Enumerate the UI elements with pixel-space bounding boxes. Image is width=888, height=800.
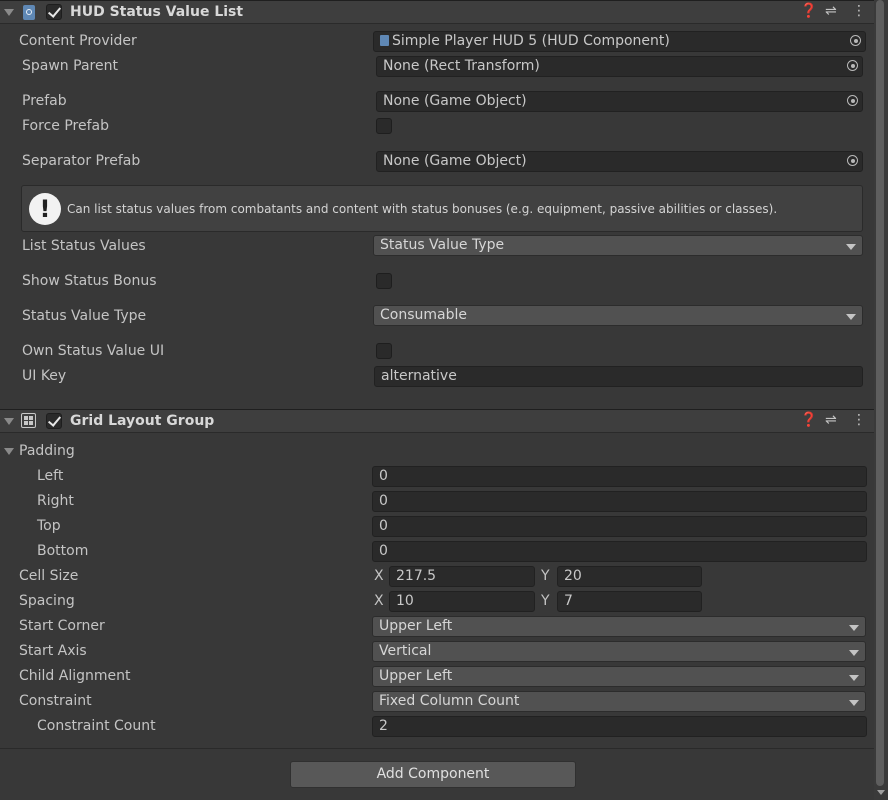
own-status-value-ui-checkbox[interactable] xyxy=(376,343,392,359)
constraint-count-input[interactable]: 2 xyxy=(372,716,867,737)
more-options-icon[interactable]: ⋮ xyxy=(852,3,866,19)
content-provider-field[interactable]: Simple Player HUD 5 (HUD Component) xyxy=(373,31,866,52)
add-component-button[interactable]: Add Component xyxy=(290,761,576,788)
chevron-down-icon xyxy=(846,314,856,320)
chevron-down-icon xyxy=(849,675,859,681)
child-alignment-dropdown[interactable]: Upper Left xyxy=(372,666,866,687)
component-title: Grid Layout Group xyxy=(70,413,215,429)
cell-size-y-label[interactable]: Y xyxy=(541,568,550,584)
presets-icon[interactable]: ⇌ xyxy=(825,412,837,428)
start-corner-dropdown[interactable]: Upper Left xyxy=(372,616,866,637)
child-alignment-label: Child Alignment xyxy=(19,668,131,684)
show-status-bonus-checkbox[interactable] xyxy=(376,273,392,289)
force-prefab-checkbox[interactable] xyxy=(376,118,392,134)
chevron-down-icon xyxy=(846,244,856,250)
script-icon xyxy=(380,35,389,46)
object-picker-icon[interactable] xyxy=(847,60,858,71)
constraint-dropdown[interactable]: Fixed Column Count xyxy=(372,691,866,712)
scroll-down-arrow-icon[interactable] xyxy=(877,790,885,795)
start-corner-label: Start Corner xyxy=(19,618,105,634)
scrollbar-thumb[interactable] xyxy=(876,0,884,786)
chevron-down-icon xyxy=(849,700,859,706)
ui-key-label: UI Key xyxy=(22,368,67,384)
component-enabled-checkbox[interactable] xyxy=(46,413,62,429)
status-value-type-dropdown[interactable]: Consumable xyxy=(373,305,863,326)
constraint-label: Constraint xyxy=(19,693,92,709)
padding-right-input[interactable]: 0 xyxy=(372,491,867,512)
padding-left-input[interactable]: 0 xyxy=(372,466,867,487)
info-icon: ! xyxy=(29,193,61,225)
chevron-down-icon xyxy=(849,625,859,631)
padding-bottom-input[interactable]: 0 xyxy=(372,541,867,562)
ui-key-input[interactable]: alternative xyxy=(374,366,863,387)
component-title: HUD Status Value List xyxy=(70,4,244,20)
spawn-parent-label: Spawn Parent xyxy=(22,58,118,74)
help-icon[interactable]: ❓ xyxy=(800,3,817,19)
footer-divider xyxy=(0,748,874,749)
spacing-x-label[interactable]: X xyxy=(374,593,384,609)
list-status-values-label: List Status Values xyxy=(22,238,146,254)
show-status-bonus-label: Show Status Bonus xyxy=(22,273,157,289)
script-icon xyxy=(23,5,35,20)
spacing-y-input[interactable]: 7 xyxy=(557,591,702,612)
spacing-x-input[interactable]: 10 xyxy=(389,591,535,612)
constraint-count-label: Constraint Count xyxy=(37,718,156,734)
status-value-type-label: Status Value Type xyxy=(22,308,147,324)
padding-top-input[interactable]: 0 xyxy=(372,516,867,537)
foldout-arrow-icon[interactable] xyxy=(4,9,14,16)
spacing-label: Spacing xyxy=(19,593,75,609)
padding-foldout-arrow-icon[interactable] xyxy=(4,448,14,455)
help-icon[interactable]: ❓ xyxy=(800,412,817,428)
prefab-field[interactable]: None (Game Object) xyxy=(376,91,863,112)
separator-prefab-label: Separator Prefab xyxy=(22,153,141,169)
object-picker-icon[interactable] xyxy=(847,95,858,106)
padding-right-label: Right xyxy=(37,493,74,509)
own-status-value-ui-label: Own Status Value UI xyxy=(22,343,165,359)
prefab-label: Prefab xyxy=(22,93,67,109)
list-status-values-dropdown[interactable]: Status Value Type xyxy=(373,235,863,256)
foldout-arrow-icon[interactable] xyxy=(4,418,14,425)
presets-icon[interactable]: ⇌ xyxy=(825,3,837,19)
object-picker-icon[interactable] xyxy=(850,35,861,46)
cell-size-x-input[interactable]: 217.5 xyxy=(389,566,535,587)
cell-size-label: Cell Size xyxy=(19,568,79,584)
separator-prefab-field[interactable]: None (Game Object) xyxy=(376,151,863,172)
cell-size-y-input[interactable]: 20 xyxy=(557,566,702,587)
padding-top-label: Top xyxy=(37,518,61,534)
grid-layout-icon xyxy=(21,413,36,428)
chevron-down-icon xyxy=(849,650,859,656)
help-text: Can list status values from combatants a… xyxy=(67,202,778,216)
vertical-scrollbar[interactable] xyxy=(874,0,888,800)
spacing-y-label[interactable]: Y xyxy=(541,593,550,609)
start-axis-label: Start Axis xyxy=(19,643,87,659)
start-axis-dropdown[interactable]: Vertical xyxy=(372,641,866,662)
more-options-icon[interactable]: ⋮ xyxy=(852,412,866,428)
content-provider-label: Content Provider xyxy=(19,33,137,49)
padding-left-label: Left xyxy=(37,468,64,484)
padding-label[interactable]: Padding xyxy=(19,443,75,459)
padding-bottom-label: Bottom xyxy=(37,543,89,559)
component-enabled-checkbox[interactable] xyxy=(46,4,62,20)
info-help-box: ! Can list status values from combatants… xyxy=(21,185,863,232)
component-header-hud-status-value-list[interactable]: HUD Status Value List ❓ ⇌ ⋮ xyxy=(0,0,874,24)
spawn-parent-field[interactable]: None (Rect Transform) xyxy=(376,56,863,77)
object-picker-icon[interactable] xyxy=(847,155,858,166)
cell-size-x-label[interactable]: X xyxy=(374,568,384,584)
force-prefab-label: Force Prefab xyxy=(22,118,109,134)
